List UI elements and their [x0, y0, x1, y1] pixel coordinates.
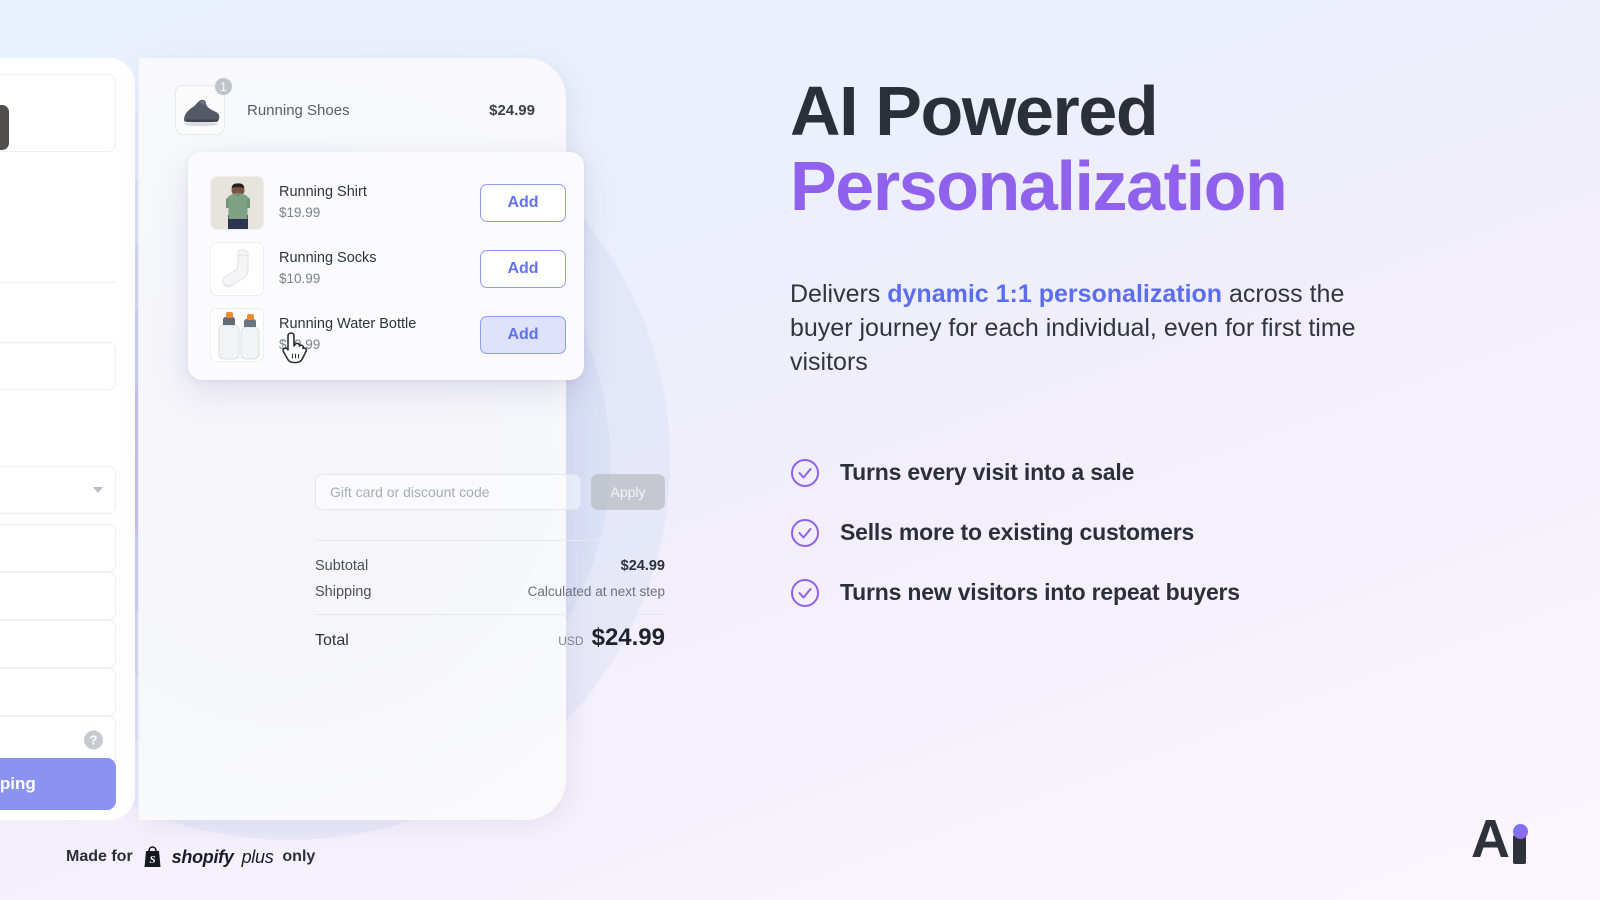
ai-logo-gradient-dot — [1513, 824, 1528, 839]
running-water-bottle-thumbnail — [210, 308, 264, 362]
add-running-water-bottle-button[interactable]: Add — [282, 316, 566, 364]
made-for-prefix: Made for — [66, 848, 133, 865]
subtotal-label: Subtotal — [315, 558, 369, 574]
recommendation-popup: Running Shirt $19.99 Add Running Socks $… — [188, 152, 584, 380]
check-circle-icon — [791, 578, 819, 607]
help-icon[interactable]: ? — [84, 730, 103, 750]
hero-description: Delivers dynamic 1:1 personalization acr… — [790, 278, 1370, 379]
hero-content: AI Powered Personalization Delivers dyna… — [790, 76, 1430, 638]
recommendation-name: Running Shirt — [279, 184, 367, 201]
total-currency: USD — [558, 634, 584, 648]
apply-discount-label: Apply — [610, 484, 646, 500]
summary-divider-top — [315, 540, 665, 541]
total-value: $24.99 — [591, 624, 665, 651]
list-item: Sells more to existing customers — [790, 518, 1430, 548]
add-label: Add — [507, 326, 539, 343]
hand-cursor-icon — [282, 332, 308, 364]
add-running-shirt-button[interactable]: Add — [480, 184, 566, 222]
email-field[interactable] — [0, 342, 116, 390]
ai-logo-letter-a: A — [1471, 809, 1510, 870]
city-field[interactable] — [0, 668, 116, 716]
title-line-1: AI Powered — [790, 72, 1159, 150]
discount-code-row: Gift card or discount code Apply — [315, 474, 665, 510]
discount-code-placeholder: Gift card or discount code — [330, 484, 490, 500]
express-checkout-box: G Pay — [0, 74, 116, 152]
svg-text:S: S — [149, 854, 155, 866]
add-label: Add — [507, 194, 539, 211]
discount-code-input[interactable]: Gift card or discount code — [315, 474, 581, 510]
made-for-badge: Made for S shopify plus only — [66, 846, 315, 868]
google-pay-button[interactable]: G Pay — [0, 105, 9, 150]
title-line-2: Personalization — [790, 147, 1288, 226]
country-select[interactable] — [0, 466, 116, 514]
recommendation-item: Running Water Bottle $10.99 Add — [210, 306, 566, 364]
lede-before: Delivers — [790, 280, 888, 309]
add-label: Add — [507, 260, 539, 277]
running-socks-thumbnail — [210, 242, 264, 296]
shipping-value: Calculated at next step — [527, 584, 665, 599]
lede-highlight: dynamic 1:1 personalization — [887, 280, 1223, 309]
shopify-plus-wordmark: plus — [241, 846, 274, 867]
add-running-socks-button[interactable]: Add — [480, 250, 566, 288]
recommendation-price: $10.99 — [279, 271, 321, 287]
apply-discount-button[interactable]: Apply — [591, 474, 665, 510]
benefit-label: Turns new visitors into repeat buyers — [840, 579, 1240, 606]
list-item: Turns every visit into a sale — [790, 458, 1430, 488]
shipping-label: Shipping — [315, 584, 372, 600]
chevron-down-icon — [93, 487, 103, 493]
cart-item-name: Running Shoes — [247, 101, 350, 119]
apartment-field[interactable] — [0, 620, 116, 668]
running-shirt-thumbnail — [210, 176, 264, 230]
list-item: Turns new visitors into repeat buyers — [790, 578, 1430, 608]
water-bottle-icon — [211, 309, 263, 361]
cart-item-quantity-badge: 1 — [213, 76, 234, 97]
benefits-list: Turns every visit into a sale Sells more… — [790, 458, 1430, 608]
ai-logo-i-stem — [1513, 835, 1526, 864]
total-row: Total USD $24.99 — [315, 624, 665, 652]
total-label: Total — [315, 632, 349, 649]
name-field[interactable] — [0, 524, 116, 572]
running-shirt-icon — [211, 177, 263, 229]
shopify-bag-icon: S — [144, 846, 161, 867]
recommendation-info: Running Socks $10.99 — [279, 248, 377, 289]
continue-to-shipping-button[interactable]: to shipping — [0, 758, 116, 810]
shopify-wordmark: shopify — [171, 846, 234, 867]
recommendation-item: Running Socks $10.99 Add — [210, 240, 566, 298]
cart-line-item: 1 Running Shoes $24.99 — [175, 76, 535, 140]
benefit-label: Sells more to existing customers — [840, 519, 1195, 546]
check-circle-icon — [791, 458, 819, 487]
made-for-suffix: only — [282, 848, 316, 865]
continue-to-shipping-label: to shipping — [0, 774, 36, 793]
subtotal-row: Subtotal $24.99 — [315, 558, 665, 574]
recommendation-name: Running Socks — [279, 250, 377, 267]
ai-logo-letter-i — [1513, 824, 1528, 864]
recommendation-item: Running Shirt $19.99 Add — [210, 174, 566, 232]
summary-divider-bottom — [315, 614, 665, 615]
checkout-form-panel: G Pay account? Log in ? to shipping — [0, 58, 135, 820]
check-circle-icon — [791, 518, 819, 547]
recommendation-price: $19.99 — [279, 205, 321, 221]
phone-field[interactable]: ? — [0, 716, 116, 764]
benefit-label: Turns every visit into a sale — [840, 459, 1135, 486]
ai-logo: A — [1471, 809, 1528, 870]
subtotal-value: $24.99 — [620, 558, 665, 574]
cart-item-price: $24.99 — [489, 101, 535, 119]
running-socks-icon — [211, 243, 263, 295]
shipping-row: Shipping Calculated at next step — [315, 584, 665, 600]
address-field[interactable] — [0, 572, 116, 620]
recommendation-info: Running Shirt $19.99 — [279, 182, 367, 223]
form-divider — [0, 282, 116, 283]
cart-item-thumbnail-wrap: 1 — [175, 76, 234, 135]
page-title: AI Powered Personalization — [790, 76, 1430, 226]
